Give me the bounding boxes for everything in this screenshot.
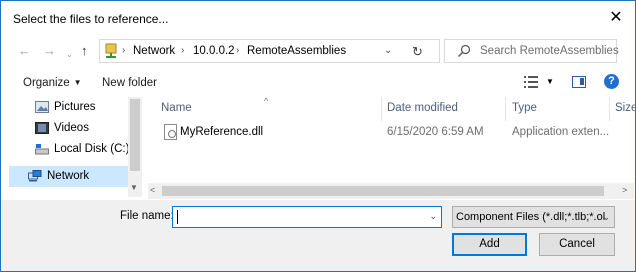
file-name-label: File name: [120, 210, 174, 222]
sort-ascending-icon: ^ [264, 97, 269, 106]
scroll-right-icon[interactable]: > [622, 185, 627, 195]
title-bar: Select the files to reference... ✕ [1, 1, 635, 35]
file-name-input[interactable]: ⌄ [172, 206, 442, 228]
column-header-date[interactable]: Date modified [387, 102, 458, 114]
network-location-icon [105, 43, 117, 58]
sidebar-item-label: Videos [54, 122, 89, 134]
address-bar[interactable]: › Network › 10.0.0.2 › RemoteAssemblies … [99, 39, 440, 63]
videos-folder-icon [35, 122, 49, 134]
network-icon [28, 170, 42, 182]
column-header-name[interactable]: Name [161, 102, 192, 114]
arrow-right-icon[interactable]: → [43, 43, 56, 59]
help-icon[interactable]: ? [604, 74, 619, 89]
dll-file-icon [164, 124, 177, 140]
organize-button[interactable]: Organize ▼ [23, 77, 82, 89]
breadcrumb-folder[interactable]: RemoteAssemblies [247, 45, 346, 57]
sidebar-item-pictures[interactable]: Pictures [9, 97, 128, 118]
chevron-down-icon: ⌄ [602, 212, 610, 222]
scrollbar-thumb[interactable] [162, 186, 604, 196]
navigation-scrollbar[interactable]: ▼ [128, 97, 142, 197]
chevron-down-icon[interactable]: ⌄ [66, 47, 73, 63]
column-divider[interactable] [609, 97, 610, 121]
search-box[interactable]: Search RemoteAssemblies [444, 39, 619, 63]
search-placeholder: Search RemoteAssemblies [480, 45, 619, 57]
filter-value: Component Files (*.dll;*.tlb;*.ol [456, 211, 606, 223]
column-header-type[interactable]: Type [512, 102, 537, 114]
view-options-icon[interactable] [524, 76, 538, 88]
sidebar-item-network[interactable]: Network [9, 166, 128, 187]
breadcrumb-separator: › [181, 45, 185, 56]
scrollbar-thumb[interactable] [130, 99, 140, 171]
caret-down-icon: ▼ [73, 78, 82, 87]
dialog-footer: File name: ⌄ Component Files (*.dll;*.tl… [1, 200, 635, 271]
sidebar-item-local-disk[interactable]: Local Disk (C:) [9, 139, 130, 160]
navigation-pane: Pictures Videos Local Disk (C:) Network [9, 97, 142, 197]
arrow-left-icon[interactable]: ← [18, 43, 31, 59]
pictures-folder-icon [35, 101, 49, 113]
navigation-bar: ← → ⌄ ↑ › Network › 10.0.0.2 › RemoteAss… [1, 35, 635, 67]
sidebar-item-label: Network [47, 170, 90, 182]
file-row[interactable]: MyReference.dll 6/15/2020 6:59 AM Applic… [148, 121, 635, 143]
preview-pane-icon[interactable] [572, 76, 586, 88]
breadcrumb-separator: › [236, 45, 240, 56]
dialog-title: Select the files to reference... [13, 12, 169, 26]
sidebar-item-label: Pictures [54, 101, 96, 113]
scroll-left-icon[interactable]: < [150, 185, 155, 195]
organize-label: Organize [23, 77, 70, 89]
sidebar-item-label: Local Disk (C:) [54, 143, 130, 155]
close-icon[interactable]: ✕ [605, 8, 627, 28]
search-icon [458, 44, 471, 57]
column-divider[interactable] [381, 97, 382, 121]
breadcrumb-host[interactable]: 10.0.0.2 [193, 45, 235, 57]
file-date: 6/15/2020 6:59 AM [387, 126, 484, 138]
new-folder-button[interactable]: New folder [102, 77, 157, 89]
breadcrumb-network[interactable]: Network [133, 45, 175, 57]
file-dialog: Select the files to reference... ✕ ← → ⌄… [0, 0, 636, 272]
column-header-size[interactable]: Size [615, 102, 635, 114]
arrow-up-icon[interactable]: ↑ [81, 43, 88, 59]
horizontal-scrollbar[interactable]: < > [148, 183, 634, 199]
file-type-filter[interactable]: Component Files (*.dll;*.tlb;*.ol ⌄ [452, 206, 615, 228]
drive-icon [35, 144, 49, 155]
command-bar: Organize ▼ New folder ▼ ? [1, 67, 635, 97]
file-name: MyReference.dll [180, 126, 264, 138]
caret-down-icon[interactable]: ▼ [546, 77, 554, 86]
file-list: ^ Name Date modified Type Size MyReferen… [148, 97, 635, 197]
add-button[interactable]: Add [452, 233, 527, 256]
text-cursor [177, 210, 178, 224]
cancel-button[interactable]: Cancel [539, 233, 615, 256]
chevron-down-icon[interactable]: ⌄ [384, 45, 392, 56]
chevron-down-icon[interactable]: ⌄ [429, 211, 437, 222]
sidebar-item-videos[interactable]: Videos [9, 118, 128, 139]
column-divider[interactable] [505, 97, 506, 121]
scroll-down-icon[interactable]: ▼ [130, 183, 138, 192]
breadcrumb-separator: › [122, 45, 126, 56]
refresh-icon[interactable]: ↻ [412, 44, 423, 60]
file-type: Application exten... [512, 126, 610, 138]
